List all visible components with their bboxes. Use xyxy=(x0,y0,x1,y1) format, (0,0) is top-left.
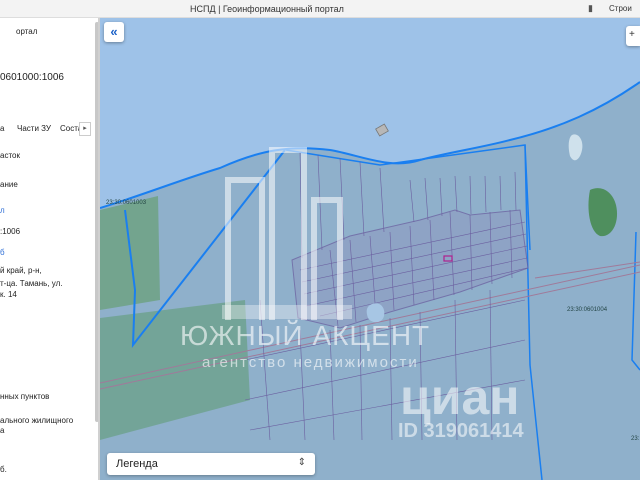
field-value: ального жилищного xyxy=(0,416,74,425)
watermark-subtext: агентство недвижимости xyxy=(202,354,419,371)
portal-text: ортал xyxy=(16,27,38,36)
field-marker: л xyxy=(0,206,5,215)
address-line: й край, р-н, xyxy=(0,266,42,275)
field-value: :1006 xyxy=(0,227,21,236)
bookmark-label[interactable]: Строи xyxy=(609,4,632,13)
legend-select[interactable]: Легенда ⇕ xyxy=(107,453,315,475)
legend-label: Легенда xyxy=(116,458,158,470)
page-tab-title[interactable]: НСПД | Геоинформационный портал xyxy=(190,4,344,14)
parcel-label: 23: xyxy=(631,436,640,442)
field-value: нных пунктов xyxy=(0,392,50,401)
field-value: ание xyxy=(0,180,18,189)
tab-main[interactable]: а xyxy=(0,124,4,133)
parcel-label: 23:30:0601003 xyxy=(106,200,147,206)
tab-scroll-right-button[interactable]: ▸ xyxy=(79,122,91,136)
field-value: асток xyxy=(0,151,20,160)
collapse-panel-button[interactable]: « xyxy=(104,22,124,42)
zoom-in-icon: + xyxy=(629,29,635,40)
watermark-id: ID 319061414 xyxy=(398,420,524,442)
watermark-text: ЮЖНЫЙ АКЦЕНТ xyxy=(180,320,431,351)
browser-tab-bar: НСПД | Геоинформационный портал ▮ Строи xyxy=(0,0,640,18)
parcel-label: 23:30:0601004 xyxy=(567,307,608,313)
field-value: а xyxy=(0,426,5,435)
map-canvas[interactable] xyxy=(100,18,640,480)
address-line: к. 14 xyxy=(0,290,17,299)
cadastral-number: 0601000:1006 xyxy=(0,72,64,83)
address-line: т-ца. Тамань, ул. xyxy=(0,279,63,288)
map-view[interactable]: 23:30:0601003 23:30:0601004 23: xyxy=(100,18,640,480)
info-panel: ортал 0601000:1006 а Части ЗУ Соста ▸ ас… xyxy=(0,18,98,480)
chevron-updown-icon: ⇕ xyxy=(297,457,306,468)
field-marker: б xyxy=(0,248,5,257)
watermark-cian: циан xyxy=(400,369,520,425)
watermark-logo-base xyxy=(222,305,352,319)
map-control-button[interactable]: + xyxy=(626,26,640,46)
tab-parts[interactable]: Части ЗУ xyxy=(17,124,51,133)
bookmark-icon[interactable]: ▮ xyxy=(588,3,593,14)
field-value: б. xyxy=(0,465,7,474)
